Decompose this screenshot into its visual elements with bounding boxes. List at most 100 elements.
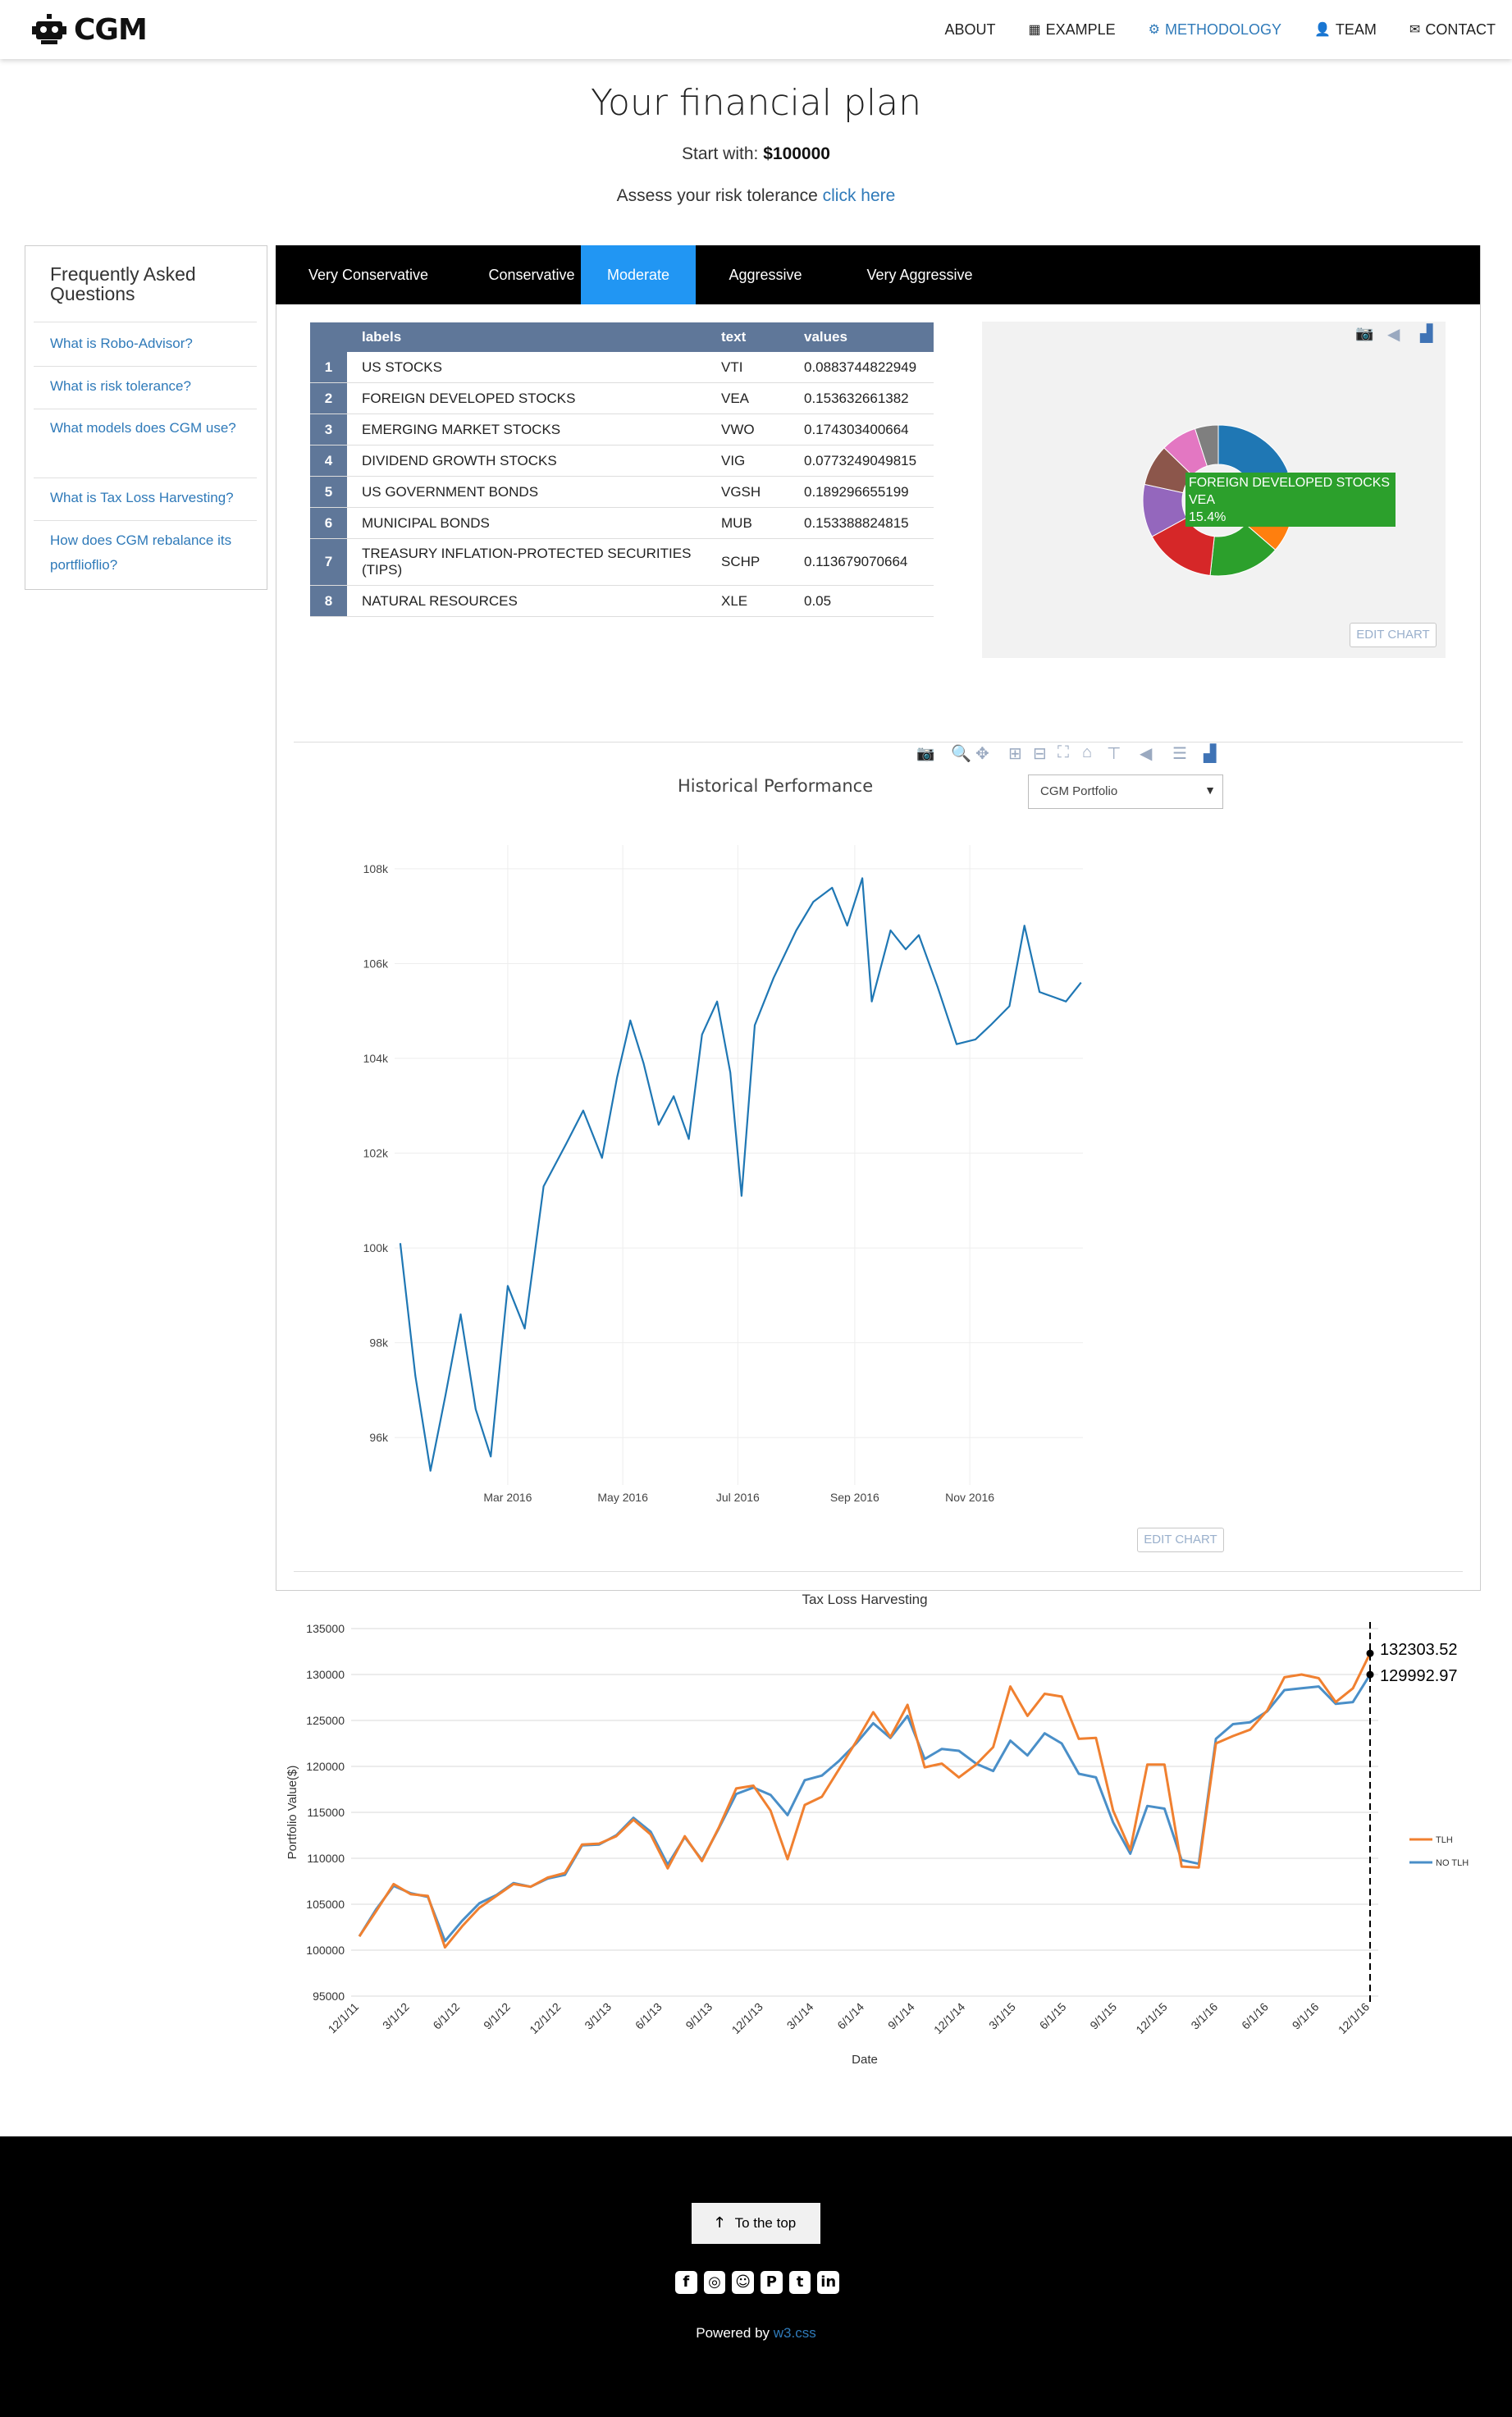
tab-aggressive[interactable]: Aggressive (696, 245, 835, 304)
row-index: 5 (310, 476, 347, 508)
edit-chart-button[interactable]: EDIT CHART (1350, 623, 1437, 647)
to-the-top-button[interactable]: 🡑 To the top (692, 2203, 820, 2244)
x-tick-label: 9/1/12 (481, 2000, 513, 2032)
x-tick-label: Sep 2016 (830, 1491, 879, 1504)
row-ticker: VGSH (706, 476, 789, 508)
tab-moderate[interactable]: Moderate (581, 245, 696, 304)
y-tick-label: 95000 (313, 1990, 345, 2003)
performance-chart: 96k 98k 100k 102k 104k 106k 108k Mar 2016 May 20… (363, 845, 1083, 1504)
tab-very-aggressive[interactable]: Very Aggressive (835, 245, 1004, 304)
page-title: Your financial plan (591, 82, 921, 124)
x-tick-label: 9/1/16 (1290, 2000, 1322, 2032)
y-tick-label: 100000 (306, 1944, 345, 1957)
spike-lines-icon[interactable]: ⊤ (1107, 743, 1121, 764)
row-index: 6 (310, 507, 347, 539)
hover-closest-icon[interactable]: ◀ (1140, 743, 1152, 764)
y-tick-label: 106k (363, 957, 389, 970)
nav-links: ABOUT ▦ EXAMPLE ⚙ METHODOLOGY 👤 TEAM ✉ C… (944, 0, 1496, 59)
x-tick-label: 9/1/14 (885, 2000, 917, 2032)
series-line-no-tlh (358, 1674, 1372, 1943)
instagram-icon[interactable]: ◎ (703, 2271, 726, 2294)
row-value: 0.153388824815 (789, 507, 934, 539)
snapchat-icon[interactable]: ☺ (732, 2271, 754, 2294)
hover-label: FOREIGN DEVELOPED STOCKS (1189, 476, 1391, 490)
x-tick-label: 3/1/14 (784, 2000, 816, 2032)
row-value: 0.0773249049815 (789, 445, 934, 477)
zoom-icon[interactable]: 🔍 (951, 743, 971, 764)
allocation-table: labels text values 1 US STOCKS VTI 0.088… (310, 322, 934, 617)
performance-line (399, 877, 1082, 1472)
brand-logo[interactable]: CGM (31, 11, 148, 48)
camera-icon[interactable]: 📷 (916, 745, 934, 762)
y-tick-label: 130000 (306, 1668, 345, 1681)
table-row: 6 MUNICIPAL BONDS MUB 0.153388824815 (310, 507, 934, 539)
nav-contact-label: CONTACT (1425, 21, 1496, 38)
w3css-link[interactable]: w3.css (774, 2325, 816, 2341)
x-tick-label: 6/1/15 (1037, 2000, 1069, 2032)
divider (34, 477, 257, 478)
table-header-index (310, 322, 347, 352)
x-axis-label: Date (852, 2053, 878, 2067)
row-label: DIVIDEND GROWTH STOCKS (347, 445, 706, 477)
nav-team[interactable]: 👤 TEAM (1314, 21, 1377, 39)
faq-item-rebalance[interactable]: How does CGM rebalance its portflioflio? (50, 528, 255, 578)
table-header-values: values (789, 322, 934, 352)
bar-chart-icon[interactable]: ▟ (1204, 743, 1216, 764)
row-ticker: XLE (706, 585, 789, 617)
nav-example[interactable]: ▦ EXAMPLE (1028, 21, 1115, 39)
row-index: 4 (310, 445, 347, 477)
end-value-label: 132303.52 (1380, 1641, 1458, 1659)
x-tick-label: 12/1/11 (326, 2000, 362, 2036)
table-row: 2 FOREIGN DEVELOPED STOCKS VEA 0.1536326… (310, 382, 934, 414)
pie-hover-tooltip: FOREIGN DEVELOPED STOCKS VEA 15.4% (1185, 473, 1396, 527)
risk-tabs: Very Conservative Conservative Moderate … (276, 245, 1480, 304)
nav-contact[interactable]: ✉ CONTACT (1409, 21, 1496, 39)
series-line-tlh (358, 1652, 1372, 1949)
risk-link[interactable]: click here (823, 186, 896, 205)
table-header-text: text (706, 322, 789, 352)
legend-label: NO TLH (1436, 1858, 1469, 1868)
nav-about-label: ABOUT (944, 21, 996, 38)
twitter-icon[interactable]: t (788, 2271, 811, 2294)
hover-compare-icon[interactable]: ☰ (1172, 743, 1187, 764)
x-tick-label: 12/1/12 (527, 2000, 563, 2036)
divider (34, 366, 257, 367)
autoscale-icon[interactable]: ⛶ (1057, 743, 1069, 762)
nav-example-label: EXAMPLE (1045, 21, 1116, 38)
portfolio-select[interactable]: CGM Portfolio ▼ (1028, 774, 1223, 809)
x-tick-label: 9/1/13 (683, 2000, 715, 2032)
edit-chart-button[interactable]: EDIT CHART (1137, 1528, 1224, 1552)
envelope-icon: ✉ (1409, 23, 1421, 37)
zoom-out-icon[interactable]: ⊟ (1033, 743, 1047, 764)
pinterest-icon[interactable]: P (761, 2271, 783, 2294)
faq-item-models[interactable]: What models does CGM use? (50, 416, 255, 441)
x-tick-label: May 2016 (597, 1491, 648, 1504)
table-row: 4 DIVIDEND GROWTH STOCKS VIG 0.077324904… (310, 445, 934, 477)
nav-about[interactable]: ABOUT (944, 21, 995, 39)
row-label: NATURAL RESOURCES (347, 585, 706, 617)
row-label: MUNICIPAL BONDS (347, 507, 706, 539)
arrow-up-icon: 🡑 (715, 2214, 724, 2230)
facebook-icon[interactable]: f (674, 2271, 697, 2294)
hover-ticker: VEA (1189, 493, 1216, 507)
y-axis-label: Portfolio Value($) (285, 1766, 299, 1860)
y-tick-label: 135000 (306, 1622, 345, 1635)
nav-methodology[interactable]: ⚙ METHODOLOGY (1149, 21, 1281, 39)
faq-item-robo-advisor[interactable]: What is Robo-Advisor? (50, 331, 255, 356)
faq-title: Frequently Asked Questions (50, 263, 196, 304)
linkedin-icon[interactable]: in (817, 2271, 840, 2294)
home-icon[interactable]: ⌂ (1082, 743, 1092, 762)
risk-tolerance-line: Assess your risk tolerance click here (0, 186, 1512, 206)
row-label: EMERGING MARKET STOCKS (347, 413, 706, 445)
robot-icon (32, 14, 66, 44)
zoom-in-icon[interactable]: ⊞ (1008, 743, 1022, 764)
start-value: $100000 (763, 144, 830, 163)
x-tick-label: 3/1/15 (986, 2000, 1018, 2032)
tab-very-conservative[interactable]: Very Conservative (276, 245, 461, 304)
x-tick-label: Nov 2016 (945, 1491, 994, 1504)
chart-title: Tax Loss Harvesting (802, 1592, 927, 1607)
pan-icon[interactable]: ✥ (975, 743, 989, 764)
faq-item-risk-tolerance[interactable]: What is risk tolerance? (50, 374, 255, 399)
faq-item-tax-loss[interactable]: What is Tax Loss Harvesting? (50, 486, 255, 510)
x-tick-label: 6/1/12 (430, 2000, 462, 2032)
